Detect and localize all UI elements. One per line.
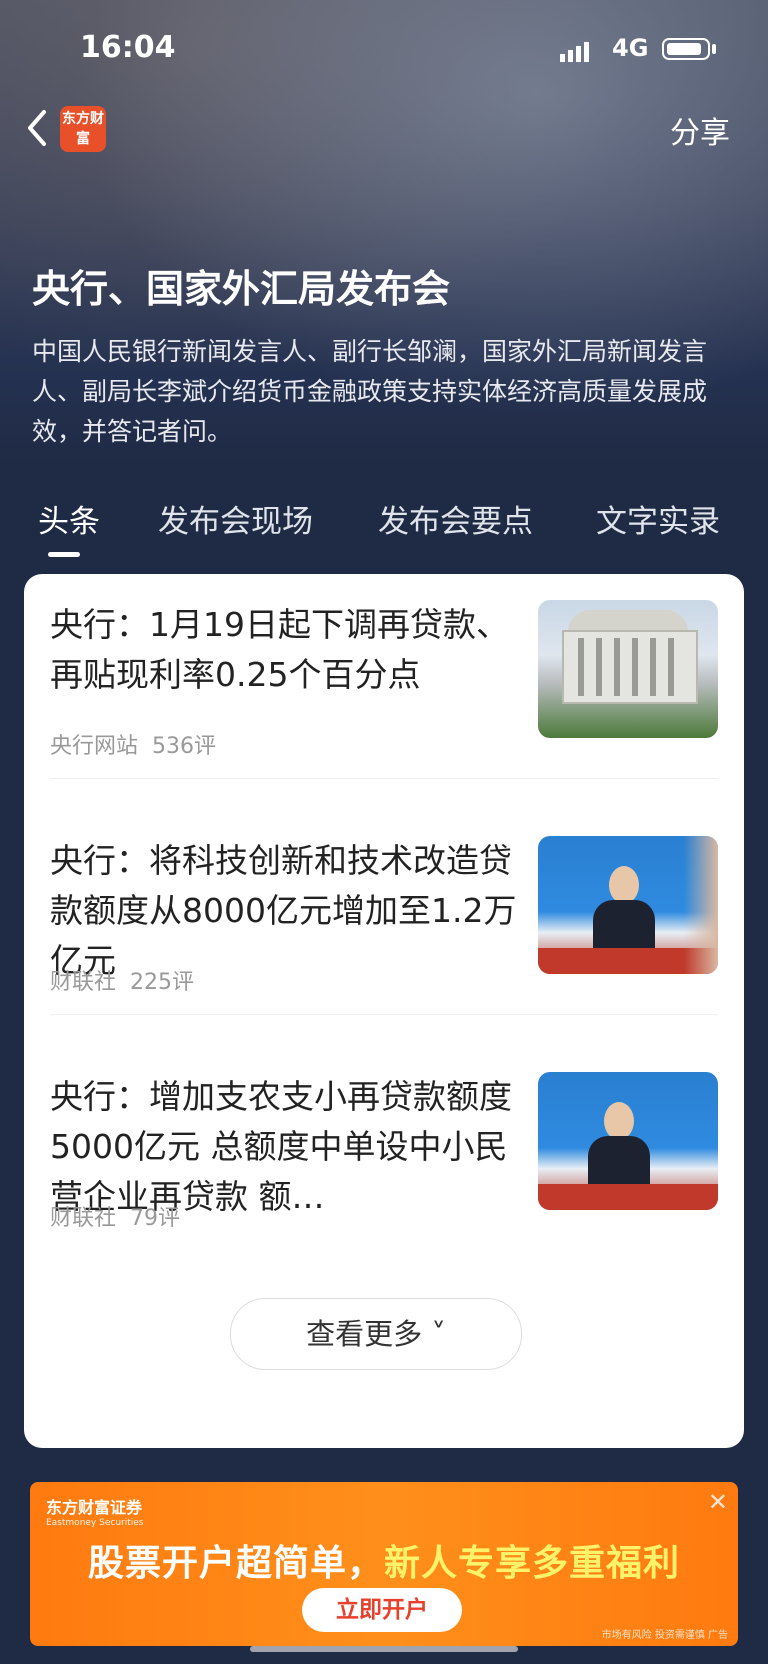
divider: [50, 1014, 718, 1015]
battery-tip: [712, 44, 716, 54]
status-bar: 16:04 4G: [0, 0, 768, 100]
news-source: 央行网站: [50, 734, 139, 759]
app-logo: 东方财富: [60, 106, 106, 152]
news-source: 财联社: [50, 1206, 117, 1231]
battery-icon: [662, 38, 710, 60]
ad-brand: 东方财富证券 Eastmoney Securities: [46, 1494, 143, 1528]
event-description: 中国人民银行新闻发言人、副行长邹澜，国家外汇局新闻发言人、副局长李斌介绍货币金融…: [32, 337, 708, 446]
share-button[interactable]: 分享: [670, 108, 730, 152]
event-title: 央行、国家外汇局发布会: [32, 267, 451, 311]
news-source: 财联社: [50, 970, 117, 995]
news-comments: 536评: [152, 734, 217, 759]
news-thumbnail[interactable]: [538, 836, 718, 974]
news-meta: 央行网站 536评: [50, 728, 230, 760]
open-account-button[interactable]: 立即开户: [302, 1588, 462, 1632]
ad-banner[interactable]: 东方财富证券 Eastmoney Securities ✕ 股票开户超简单，新人…: [30, 1482, 738, 1646]
ad-brand-en: Eastmoney Securities: [46, 1518, 144, 1528]
tab-live[interactable]: 发布会现场: [158, 496, 313, 541]
close-icon[interactable]: ✕: [708, 1488, 728, 1516]
news-title[interactable]: 央行：1月19日起下调再贷款、再贴现利率0.25个百分点: [50, 600, 520, 700]
tab-active-indicator: [48, 552, 80, 557]
ad-slogan-part1: 股票开户超简单，: [87, 1543, 384, 1584]
network-type: 4G: [612, 34, 649, 62]
signal-icon: [560, 42, 592, 62]
home-indicator: [250, 1646, 518, 1652]
news-thumbnail[interactable]: [538, 600, 718, 738]
ad-slogan: 股票开户超简单，新人专享多重福利: [30, 1534, 738, 1586]
news-card: 央行：1月19日起下调再贷款、再贴现利率0.25个百分点 央行网站 536评 央行…: [24, 574, 744, 1448]
status-time: 16:04: [80, 30, 176, 65]
news-comments: 79评: [130, 1206, 181, 1231]
tab-transcript[interactable]: 文字实录: [596, 496, 726, 541]
news-meta: 财联社 79评: [50, 1200, 194, 1232]
tab-key-points[interactable]: 发布会要点: [378, 496, 533, 541]
divider: [50, 778, 718, 779]
view-more-button[interactable]: 查看更多 ˅: [230, 1298, 522, 1370]
chevron-left-icon: [28, 110, 46, 146]
tab-bar: 头条 发布会现场 发布会要点 文字实录: [0, 496, 768, 556]
news-comments: 225评: [130, 970, 195, 995]
ad-brand-name: 东方财富证券: [46, 1498, 143, 1517]
tab-headlines[interactable]: 头条: [38, 496, 100, 541]
news-thumbnail[interactable]: [538, 1072, 718, 1210]
ad-disclaimer: 市场有风险 投资需谨慎 广告: [601, 1630, 728, 1641]
news-meta: 财联社 225评: [50, 964, 208, 996]
ad-slogan-part2: 新人专享多重福利: [384, 1543, 681, 1584]
news-item[interactable]: 央行：增加支农支小再贷款额度5000亿元 总额度中单设中小民营企业再贷款 额… …: [24, 1046, 744, 1286]
